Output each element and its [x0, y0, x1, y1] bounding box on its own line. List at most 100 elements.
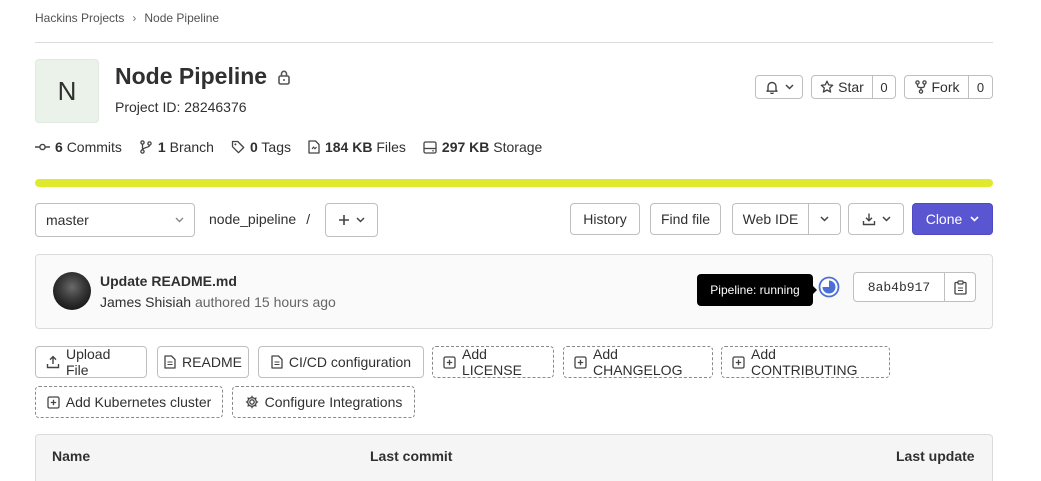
project-title: Node Pipeline: [115, 63, 268, 89]
commit-title[interactable]: Update README.md: [100, 273, 237, 289]
download-dropdown[interactable]: [848, 203, 904, 235]
author-avatar[interactable]: [53, 272, 91, 310]
breadcrumb-project-link[interactable]: Node Pipeline: [144, 11, 219, 25]
stat-commits-label: Commits: [66, 139, 122, 155]
commit-sha[interactable]: 8ab4b917: [853, 272, 945, 302]
add-kubernetes-cluster-label: Add Kubernetes cluster: [65, 394, 212, 410]
column-header-name: Name: [52, 448, 91, 464]
repo-path: node_pipeline /: [209, 211, 310, 227]
plus-icon: [338, 214, 350, 226]
tag-icon: [231, 140, 245, 154]
fork-count[interactable]: 0: [969, 75, 993, 99]
upload-file-label: Upload File: [66, 346, 111, 378]
commit-author[interactable]: James Shisiah: [100, 294, 191, 310]
chevron-down-icon: [784, 84, 794, 90]
add-license-label: Add LICENSE: [462, 346, 522, 378]
divider: [35, 42, 993, 43]
notifications-dropdown[interactable]: [755, 75, 803, 99]
stat-files-value: 184 KB: [324, 139, 373, 155]
document-icon: [164, 355, 176, 369]
commit-icon: [35, 140, 50, 154]
history-button[interactable]: History: [570, 203, 640, 235]
gear-icon: [245, 395, 259, 409]
chevron-down-icon: [970, 216, 979, 222]
last-commit-panel: [35, 254, 993, 329]
project-stats: 6 Commits 1 Branch 0 Tags 184 KB Files 2…: [35, 139, 559, 155]
web-ide-button[interactable]: Web IDE: [732, 203, 809, 235]
add-kubernetes-cluster-button[interactable]: Add Kubernetes cluster: [35, 386, 223, 418]
plus-square-icon: [574, 355, 587, 369]
breadcrumb-separator: ›: [132, 11, 137, 25]
fork-button[interactable]: Fork: [904, 75, 969, 99]
column-header-last-update: Last update: [896, 448, 975, 464]
clone-button[interactable]: Clone: [912, 203, 993, 235]
project-avatar[interactable]: N: [35, 59, 99, 123]
stat-tags-value: 0: [249, 139, 258, 155]
stat-storage-value: 297 KB: [441, 139, 490, 155]
commit-action: authored: [194, 294, 251, 310]
stat-commits-value: 6: [55, 139, 63, 155]
stat-files[interactable]: 184 KB Files: [308, 139, 406, 155]
chevron-down-icon: [881, 216, 891, 222]
cicd-configuration-button[interactable]: CI/CD configuration: [258, 346, 424, 378]
breadcrumb-group-link[interactable]: Hackins Projects: [35, 11, 124, 25]
clone-label: Clone: [925, 211, 963, 227]
chevron-down-icon: [356, 217, 365, 223]
fork-group: Fork 0: [904, 75, 993, 99]
repo-path-separator: /: [306, 211, 311, 227]
pipeline-running-icon[interactable]: [818, 276, 840, 298]
stat-branches-value: 1: [157, 139, 166, 155]
commit-sha-group: 8ab4b917: [853, 272, 976, 302]
stat-branches-label: Branch: [169, 139, 214, 155]
stat-storage[interactable]: 297 KB Storage: [423, 139, 542, 155]
add-to-tree-dropdown[interactable]: [325, 203, 378, 237]
plus-square-icon: [732, 355, 745, 369]
column-header-last-commit: Last commit: [370, 448, 453, 464]
chevron-down-icon: [175, 217, 184, 223]
stat-commits[interactable]: 6 Commits: [35, 139, 122, 155]
upload-file-button[interactable]: Upload File: [35, 346, 147, 378]
add-contributing-label: Add CONTRIBUTING: [751, 346, 858, 378]
cicd-configuration-label: CI/CD configuration: [288, 354, 412, 370]
copy-sha-button[interactable]: [945, 272, 976, 302]
document-icon: [271, 355, 283, 369]
star-count[interactable]: 0: [873, 75, 896, 99]
clipboard-icon: [953, 279, 967, 295]
stat-files-label: Files: [376, 139, 406, 155]
web-ide-dropdown-toggle[interactable]: [809, 203, 841, 235]
storage-icon: [423, 140, 437, 154]
configure-integrations-button[interactable]: Configure Integrations: [232, 386, 415, 418]
star-icon: [820, 80, 834, 94]
commit-time: 15 hours ago: [254, 294, 336, 310]
branch-selector[interactable]: master: [35, 203, 195, 237]
find-file-button[interactable]: Find file: [650, 203, 721, 235]
bell-icon: [765, 80, 779, 94]
repo-path-root[interactable]: node_pipeline: [209, 211, 296, 227]
file-icon: [308, 140, 320, 154]
upload-icon: [46, 355, 60, 369]
star-group: Star 0: [811, 75, 896, 99]
star-label: Star: [838, 79, 864, 95]
tooltip-arrow: [812, 285, 817, 295]
chevron-down-icon: [820, 216, 829, 222]
download-icon: [862, 212, 876, 226]
project-avatar-letter: N: [57, 75, 77, 106]
add-contributing-button[interactable]: Add CONTRIBUTING: [721, 346, 890, 378]
stat-tags-label: Tags: [261, 139, 291, 155]
star-button[interactable]: Star: [811, 75, 873, 99]
configure-integrations-label: Configure Integrations: [264, 394, 403, 410]
branch-icon: [139, 140, 153, 154]
pipeline-tooltip: Pipeline: running: [697, 274, 813, 306]
fork-icon: [914, 80, 928, 94]
readme-label: README: [182, 354, 242, 370]
plus-square-icon: [47, 395, 60, 409]
project-title-row: Node Pipeline: [115, 63, 291, 90]
stat-tags[interactable]: 0 Tags: [231, 139, 291, 155]
readme-button[interactable]: README: [157, 346, 249, 378]
project-id: Project ID: 28246376: [115, 99, 247, 115]
storage-usage-bar: [35, 179, 993, 187]
stat-storage-label: Storage: [493, 139, 543, 155]
stat-branches[interactable]: 1 Branch: [139, 139, 214, 155]
add-license-button[interactable]: Add LICENSE: [432, 346, 554, 378]
add-changelog-button[interactable]: Add CHANGELOG: [563, 346, 713, 378]
